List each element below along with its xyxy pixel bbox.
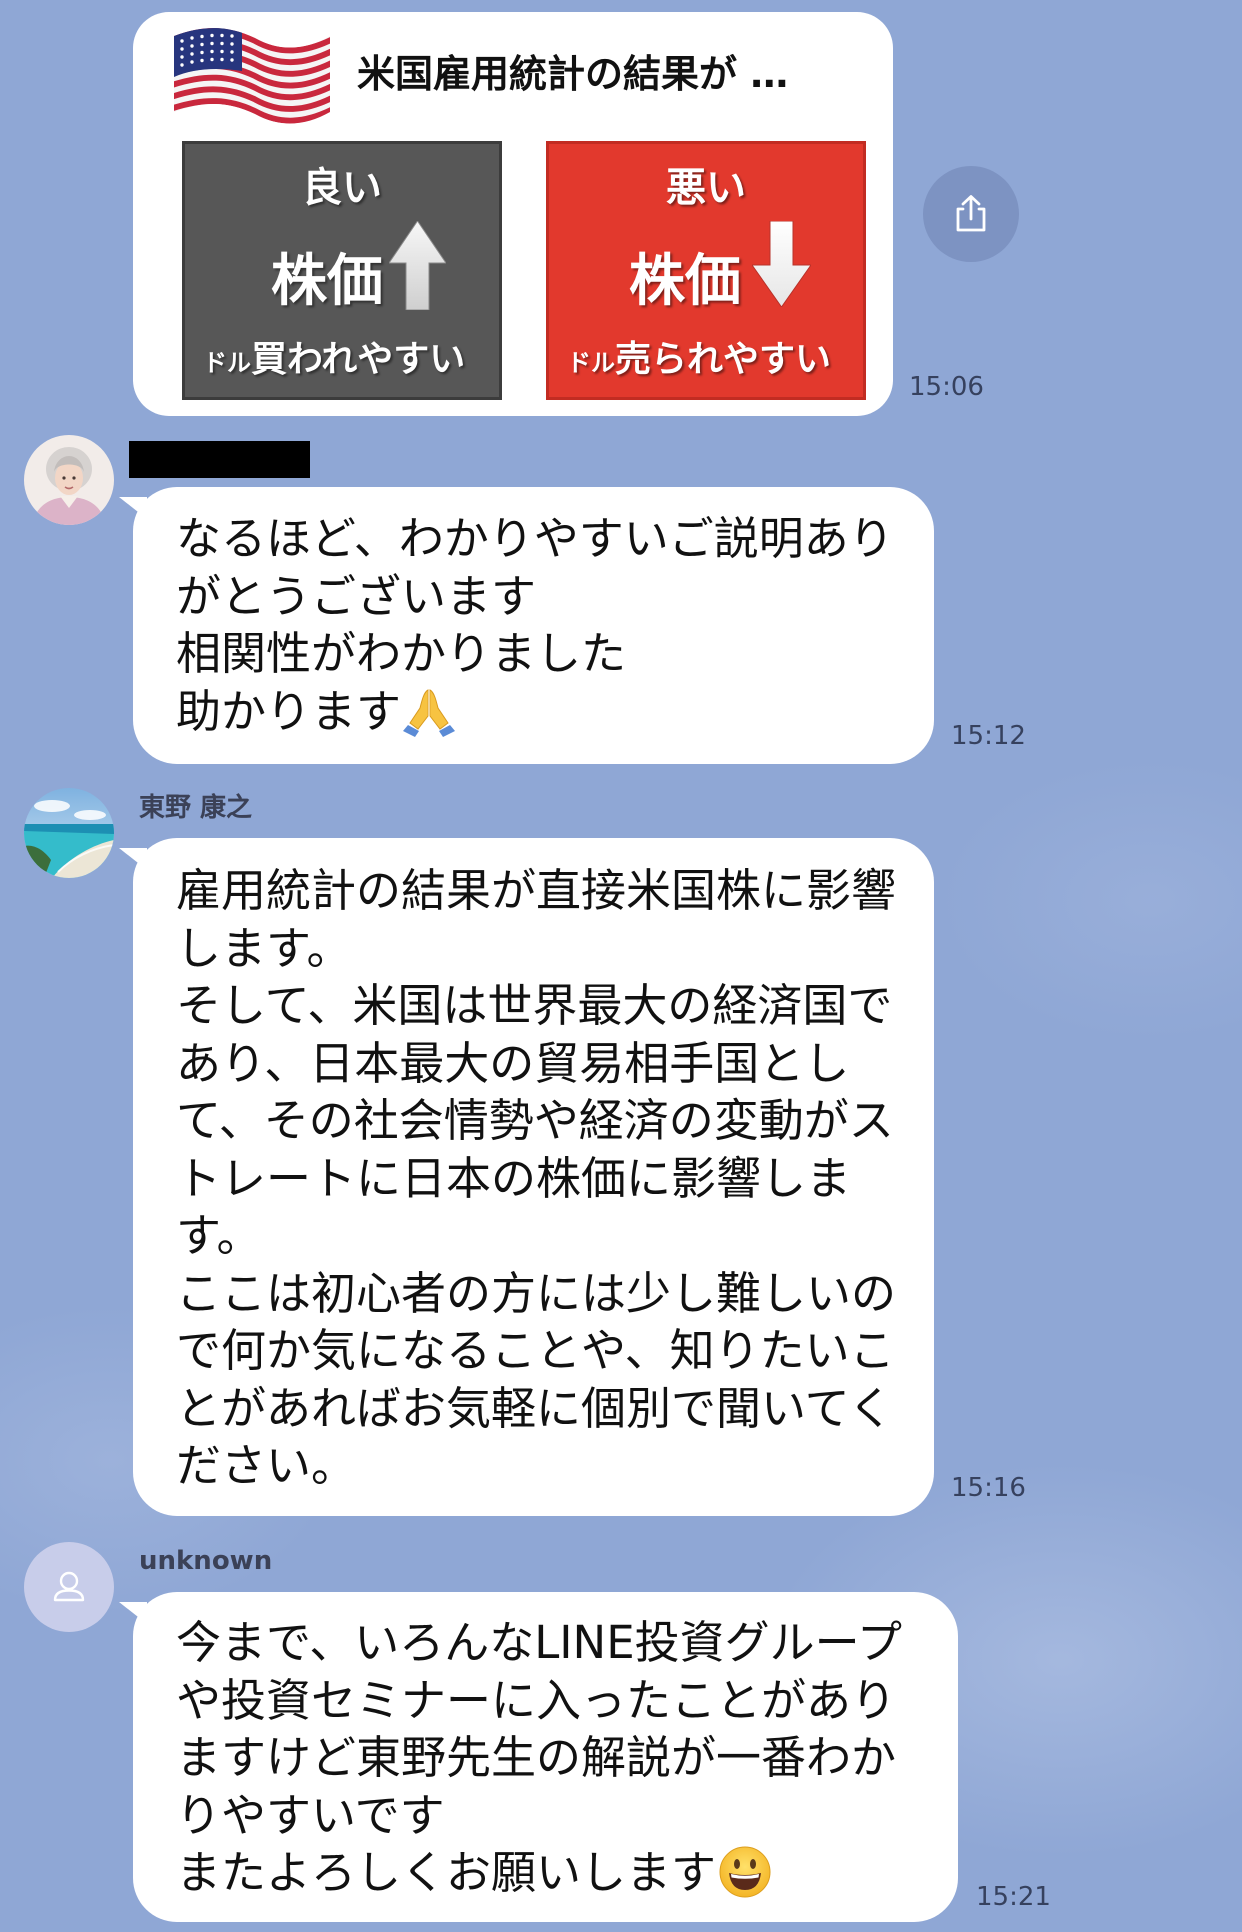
folded-hands-icon (403, 685, 456, 737)
bad-result-box: 悪い 株価 ドル売られやすい (546, 141, 866, 400)
image-message-card[interactable]: 米国雇用統計の結果が … 良い 株価 ドル買われやすい 悪い 株価 ドル売られや… (133, 12, 893, 416)
share-button[interactable] (923, 166, 1019, 262)
message-line: りやすいです (176, 1788, 445, 1842)
message-line: そして、米国は世界最大の経済国で (176, 979, 893, 1032)
message-line: します。 (176, 921, 352, 975)
message-line: ださい。 (176, 1439, 357, 1492)
message-line: とがあればお気軽に個別で聞いてく (176, 1381, 894, 1435)
down-arrow-icon (752, 221, 811, 307)
bad-label: 悪い (666, 165, 746, 211)
message-line: トレートに日本の株価に影響しま (176, 1151, 852, 1205)
message-line: 相関性がわかりました (176, 627, 627, 680)
dollar-sell-label: 売られやすい (615, 339, 832, 380)
card-title: 米国雇用統計の結果が … (357, 52, 789, 96)
sender-name: unknown (139, 1546, 273, 1576)
good-result-box: 良い 株価 ドル買われやすい (182, 141, 502, 400)
sender-name: 東野 康之 (139, 793, 253, 823)
message-time: 15:06 (909, 372, 984, 402)
message-line: またよろしくお願いします (176, 1846, 717, 1899)
us-flag-icon (174, 27, 330, 124)
message-line: ここは初心者の方には少し難しいの (176, 1266, 897, 1320)
message-line: 雇用統計の結果が直接米国株に影響 (176, 864, 897, 917)
message-line: 今まで、いろんなLINE投資グループ (176, 1616, 902, 1669)
message-line: す。 (176, 1209, 262, 1262)
elderly-woman-avatar-icon[interactable] (24, 435, 114, 525)
message-line-with-emoji: 助かります (176, 683, 934, 741)
dollar-buy-label: 買われやすい (251, 339, 466, 380)
redacted-sender-name (129, 441, 310, 478)
dollar-prefix: ドル (203, 349, 251, 377)
smiling-face-icon (718, 1845, 772, 1899)
share-icon (956, 195, 986, 232)
stock-price-label: 株価 (271, 249, 383, 314)
message-line: あり、日本最大の貿易相手国とし (176, 1036, 850, 1090)
good-label: 良い (302, 165, 382, 211)
message-line: や投資セミナーに入ったことがあり (176, 1673, 897, 1727)
message-time: 15:12 (951, 721, 1026, 751)
message-line-with-emoji: またよろしくお願いします (176, 1844, 958, 1902)
message-time: 15:21 (976, 1882, 1051, 1912)
beach-photo-avatar-icon[interactable] (24, 788, 114, 878)
message-bubble[interactable]: 今まで、いろんなLINE投資グループ や投資セミナーに入ったことがあり ますけど… (119, 1592, 958, 1922)
stock-price-label: 株価 (629, 249, 741, 314)
dollar-prefix: ドル (567, 349, 615, 377)
message-line: で何か気になることや、知りたいこ (176, 1324, 895, 1377)
message-line: ますけど東野先生の解説が一番わか (176, 1731, 897, 1784)
dollar-sell-text: ドル売られやすい (567, 338, 831, 388)
message-line: がとうございます (176, 569, 537, 623)
message-line: て、その社会情勢や経済の変動がス (176, 1094, 894, 1147)
message-time: 15:16 (951, 1473, 1026, 1503)
dollar-buy-text: ドル買われやすい (203, 338, 465, 388)
message-bubble[interactable]: なるほど、わかりやすいご説明あり がとうございます 相関性がわかりました 助かり… (119, 487, 934, 764)
up-arrow-icon (389, 221, 446, 310)
message-line: 助かります (176, 684, 402, 738)
message-bubble[interactable]: 雇用統計の結果が直接米国株に影響 します。 そして、米国は世界最大の経済国で あ… (119, 838, 934, 1516)
default-user-avatar-icon[interactable] (24, 1542, 114, 1632)
message-line: なるほど、わかりやすいご説明あり (176, 512, 894, 565)
